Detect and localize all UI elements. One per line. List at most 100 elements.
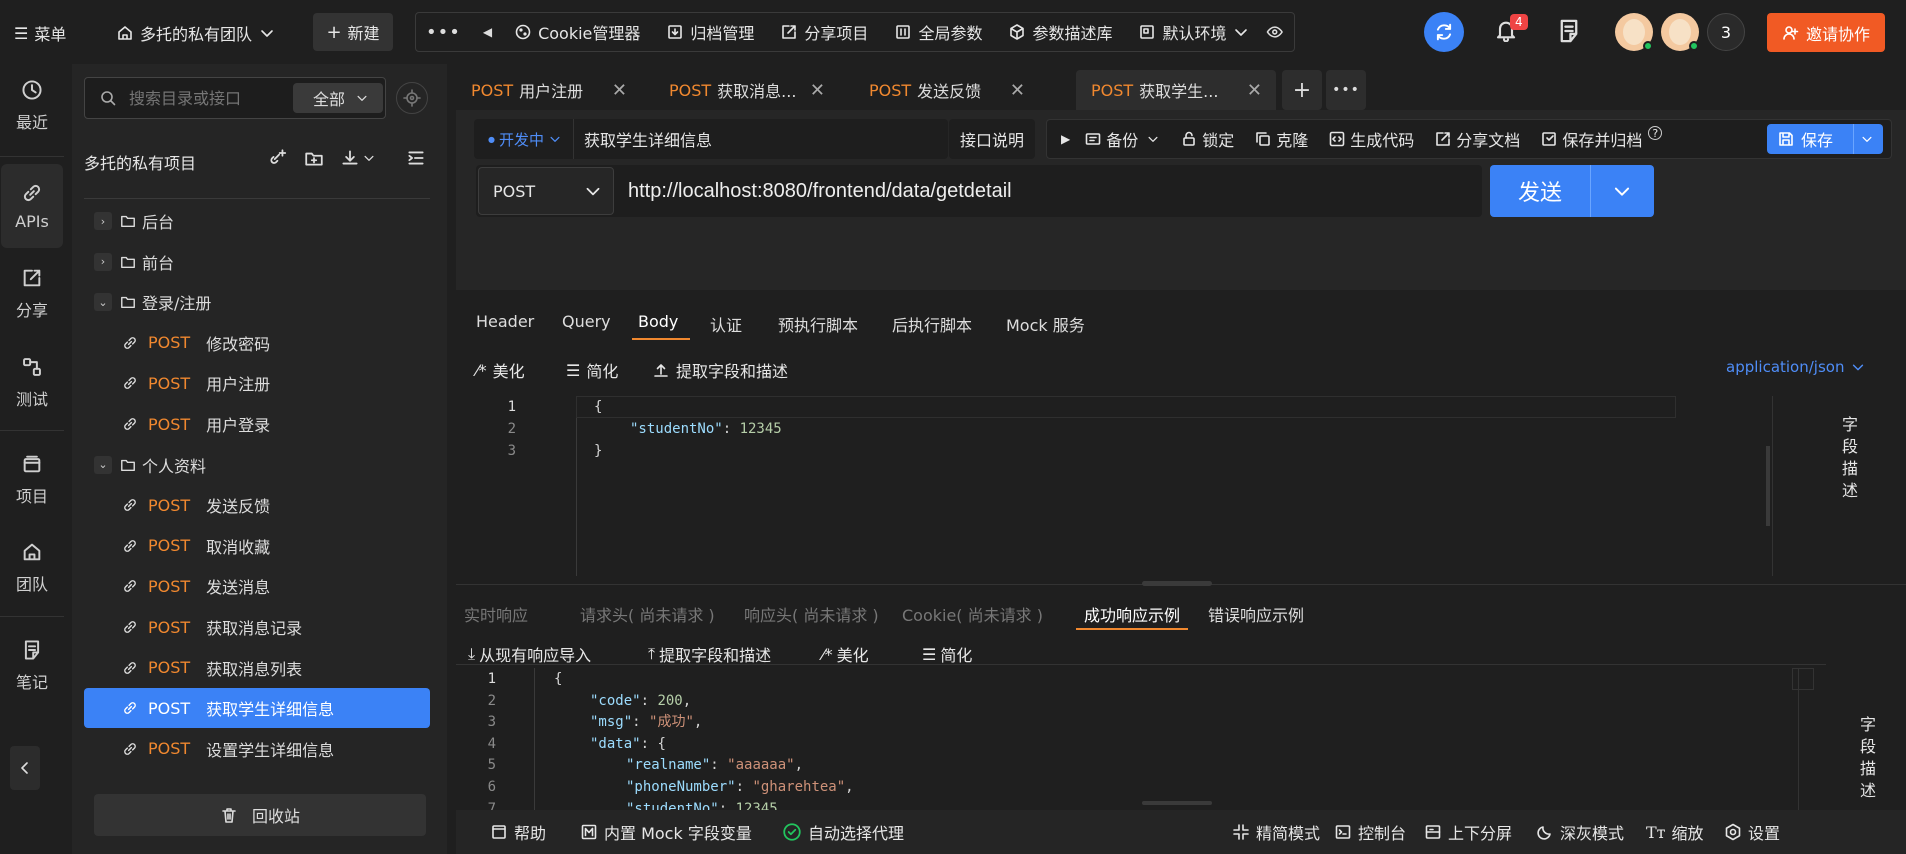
compact-mode-button[interactable]: 精简模式 [1232, 810, 1320, 854]
response-tool-1[interactable]: ⤒ 提取字段和描述 [648, 642, 771, 666]
mock-vars-button[interactable]: 内置 Mock 字段变量 [580, 810, 752, 854]
help-button[interactable]: 帮助 [490, 810, 546, 854]
close-icon[interactable]: ✕ [810, 80, 825, 101]
response-tab-2[interactable]: 响应头( 尚未请求 ) [744, 602, 879, 626]
subtab-5[interactable]: 后执行脚本 [892, 312, 972, 336]
zoom-button[interactable]: Tт 缩放 [1646, 810, 1704, 854]
rail-item-notes[interactable]: 笔记 [0, 624, 64, 708]
response-tab-5[interactable]: 错误响应示例 [1208, 602, 1304, 626]
new-folder-icon[interactable] [304, 148, 324, 168]
tree-api-item[interactable]: POST 发送反馈 [84, 485, 430, 525]
splitter-handle[interactable] [1142, 801, 1212, 805]
chevron-down-icon[interactable]: ⌄ [94, 455, 112, 474]
tree-api-item[interactable]: POST 用户注册 [84, 363, 430, 403]
request-tab[interactable]: POST 获取消息... ✕ [654, 70, 839, 110]
tree-folder[interactable]: ⌄ 登录/注册 [84, 282, 430, 322]
beautify-button[interactable]: ⁄* 美化 [476, 358, 525, 382]
close-icon[interactable]: ✕ [1010, 80, 1025, 101]
notes-button[interactable] [1556, 18, 1582, 44]
team-selector[interactable]: 多托的私有团队 [116, 21, 276, 45]
rail-item-projects[interactable]: 项目 [0, 438, 64, 522]
chevron-down-icon[interactable]: ⌄ [94, 293, 112, 312]
request-tab[interactable]: POST 用户注册 ✕ [456, 70, 641, 110]
tab-more-button[interactable]: ••• [1326, 70, 1366, 110]
settings-button[interactable]: 设置 [1724, 810, 1780, 854]
menu-button[interactable]: ☰ 菜单 [14, 21, 66, 45]
recycle-bin-button[interactable]: 回收站 [94, 794, 426, 836]
save-button[interactable]: 保存 [1767, 124, 1883, 154]
new-button[interactable]: + 新建 [313, 13, 393, 51]
subtab-0[interactable]: Header [476, 312, 534, 331]
help-circle-icon[interactable]: ? [1648, 126, 1663, 140]
extract-fields-button[interactable]: 提取字段和描述 [652, 358, 788, 382]
param-library-button[interactable]: 参数描述库 [1008, 20, 1112, 44]
subtab-3[interactable]: 认证 [710, 312, 742, 336]
run-icon[interactable]: ▶ [1061, 132, 1070, 146]
search-input[interactable] [129, 88, 269, 108]
send-options[interactable] [1590, 165, 1633, 217]
response-tab-1[interactable]: 请求头( 尚未请求 ) [580, 602, 715, 626]
tree-api-item[interactable]: POST 修改密码 [84, 323, 430, 363]
response-tool-2[interactable]: ⁄* 美化 [822, 642, 869, 666]
scrollbar[interactable] [1792, 668, 1814, 690]
avatar[interactable] [1661, 13, 1699, 51]
response-tab-3[interactable]: Cookie( 尚未请求 ) [902, 602, 1043, 626]
url-input[interactable] [628, 179, 1468, 203]
simplify-button[interactable]: ☰ 简化 [566, 358, 618, 382]
tree-api-item[interactable]: POST 获取消息列表 [84, 648, 430, 688]
tree-api-item[interactable]: POST 设置学生详细信息 [84, 729, 430, 769]
method-select[interactable]: POST [478, 167, 614, 215]
scrollbar[interactable] [1766, 446, 1770, 526]
body-editor[interactable]: 1{2 "studentNo": 12345 3} [476, 396, 1816, 576]
filter-select[interactable]: 全部 [293, 83, 383, 113]
subtab-1[interactable]: Query [562, 312, 611, 331]
request-tab[interactable]: POST 发送反馈 ✕ [854, 70, 1039, 110]
collapse-tree-icon[interactable] [406, 148, 426, 168]
invite-button[interactable]: 邀请协作 [1767, 13, 1885, 52]
request-name-input[interactable] [584, 129, 924, 149]
avatar[interactable] [1615, 13, 1653, 51]
save-archive-button[interactable]: 保存并归档 [1540, 127, 1642, 151]
request-tab-active[interactable]: POST 获取学生... ✕ [1076, 70, 1276, 110]
tree-api-item[interactable]: POST 发送消息 [84, 566, 430, 606]
more-icon[interactable]: ••• [426, 22, 461, 43]
content-type-select[interactable]: application/json [1726, 358, 1866, 376]
archive-button[interactable]: 归档管理 [666, 20, 754, 44]
rail-item-recent[interactable]: 最近 [0, 64, 64, 148]
environment-selector[interactable]: 默认环境 [1138, 20, 1250, 44]
more-members-count[interactable]: 3 [1707, 13, 1745, 51]
dark-mode-button[interactable]: 深灰模式 [1536, 810, 1624, 854]
close-icon[interactable]: ✕ [612, 80, 627, 101]
chevron-right-icon[interactable]: › [94, 252, 112, 271]
tree-folder[interactable]: ⌄ 个人资料 [84, 445, 430, 485]
response-tool-3[interactable]: ☰ 简化 [922, 642, 972, 666]
rail-item-apis[interactable]: APIs [1, 164, 63, 248]
response-editor[interactable]: 1{2 "code": 200, 3 "msg": "成功", 4 "data": {5 "… [456, 668, 1826, 820]
tree-api-item[interactable]: POST 取消收藏 [84, 526, 430, 566]
split-layout-button[interactable]: 上下分屏 [1424, 810, 1512, 854]
tree-api-item[interactable]: POST 获取消息记录 [84, 607, 430, 647]
lock-button[interactable]: 锁定 [1180, 127, 1234, 151]
console-button[interactable]: 控制台 [1334, 810, 1406, 854]
global-params-button[interactable]: 全局参数 [894, 20, 982, 44]
collapse-rail-button[interactable] [10, 746, 40, 790]
response-tool-0[interactable]: ⤓ 从现有响应导入 [468, 642, 591, 666]
chevron-down-icon[interactable] [1146, 132, 1160, 146]
subtab-2[interactable]: Body [638, 312, 678, 331]
status-selector[interactable]: ● 开发中 [474, 119, 574, 159]
field-description-toggle[interactable]: 字段描述 [1842, 414, 1862, 502]
collapse-left-icon[interactable]: ◀ [483, 25, 492, 39]
tree-folder[interactable]: › 后台 [84, 201, 430, 241]
eye-icon[interactable] [1266, 23, 1284, 41]
close-icon[interactable]: ✕ [1247, 80, 1262, 101]
rail-item-share[interactable]: 分享 [0, 252, 64, 336]
auto-proxy-button[interactable]: 自动选择代理 [782, 810, 904, 854]
send-button[interactable]: 发送 [1490, 165, 1654, 217]
api-doc-button[interactable]: 接口说明 [949, 119, 1035, 159]
clone-button[interactable]: 克隆 [1254, 127, 1308, 151]
share-doc-button[interactable]: 分享文档 [1434, 127, 1520, 151]
response-tab-4[interactable]: 成功响应示例 [1084, 602, 1180, 626]
locate-button[interactable] [396, 82, 428, 114]
notifications-button[interactable]: 4 [1494, 14, 1528, 42]
rail-item-test[interactable]: 测试 [0, 341, 64, 425]
